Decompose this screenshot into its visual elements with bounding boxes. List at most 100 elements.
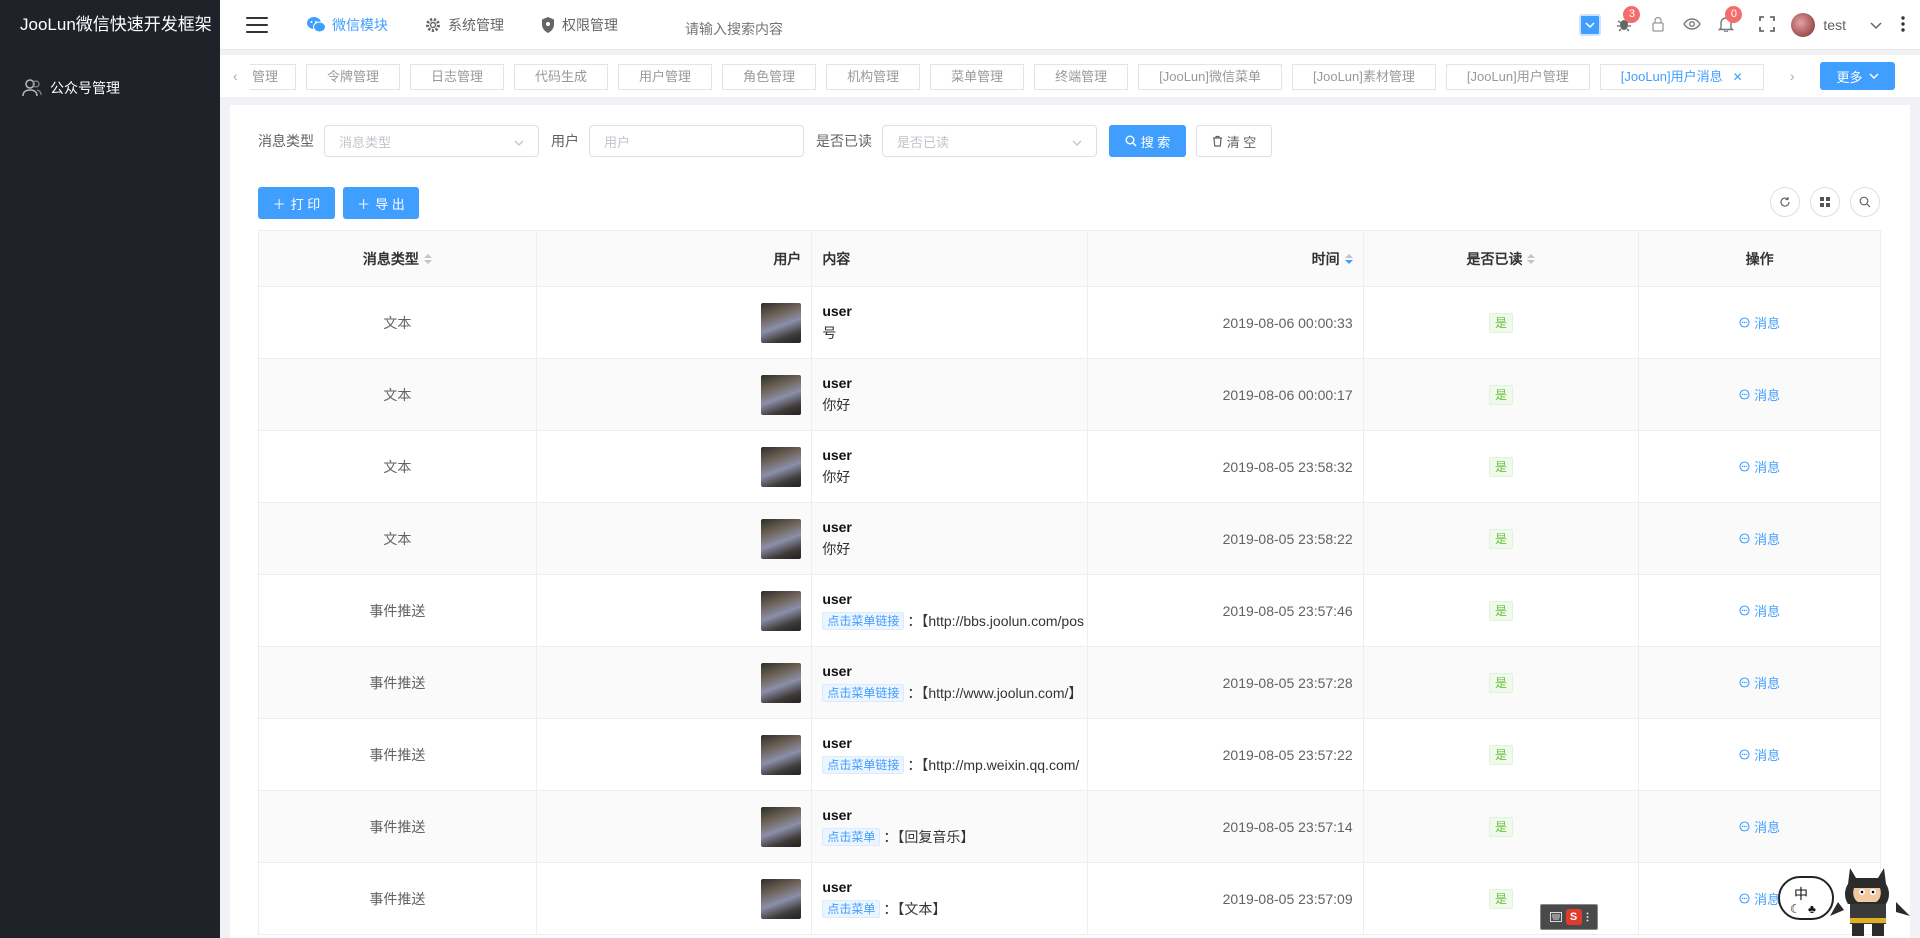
tab-terminals[interactable]: 终端管理 (1034, 64, 1129, 90)
message-link[interactable]: 消息 (1739, 889, 1780, 908)
close-icon[interactable]: ✕ (1733, 70, 1743, 84)
sort-icon[interactable] (1344, 253, 1353, 264)
column-header-time[interactable]: 时间 (1088, 231, 1364, 286)
tab-log[interactable]: 日志管理 (410, 64, 505, 90)
search-button[interactable]: 搜 索 (1109, 125, 1186, 157)
print-button[interactable]: ＋ 打 印 (258, 187, 335, 219)
user-avatar-thumb[interactable] (761, 806, 802, 847)
message-link[interactable]: 消息 (1739, 601, 1780, 620)
mascot-widget[interactable]: 中 ☾ ♣ (1778, 862, 1918, 938)
cell-actions: 消息 (1639, 575, 1880, 646)
status-badge: 是 (1488, 384, 1513, 405)
sogou-icon: S (1565, 909, 1582, 925)
more-tabs-button[interactable]: 更多 (1820, 62, 1895, 90)
tabs-prev-icon[interactable]: ‹ (233, 68, 238, 84)
cell-user (537, 431, 813, 502)
username[interactable]: test (1823, 17, 1846, 33)
message-link[interactable]: 消息 (1739, 385, 1780, 404)
avatar[interactable] (1791, 13, 1816, 37)
cell-type: 事件推送 (259, 791, 537, 862)
cell-time: 2019-08-05 23:57:46 (1088, 575, 1364, 646)
type-text: 事件推送 (369, 674, 426, 691)
view-button[interactable] (1675, 0, 1709, 50)
ime-toolbar[interactable]: S (1540, 904, 1598, 930)
tab-wx-menu[interactable]: [JooLun]微信菜单 (1138, 64, 1282, 90)
user-avatar-thumb[interactable] (761, 446, 802, 487)
cell-time: 2019-08-05 23:57:28 (1088, 647, 1364, 718)
tab-wx-users[interactable]: [JooLun]用户管理 (1445, 64, 1590, 90)
tabs-next-icon[interactable]: › (1790, 68, 1795, 84)
user-avatar-thumb[interactable] (761, 374, 802, 415)
tab-orgs[interactable]: 机构管理 (826, 64, 921, 90)
tab-management[interactable]: 管理 (250, 64, 296, 90)
message-link[interactable]: 消息 (1739, 313, 1780, 332)
lock-button[interactable] (1641, 0, 1675, 50)
tab-roles[interactable]: 角色管理 (722, 64, 817, 90)
chevron-down-icon (1868, 73, 1879, 79)
tab-users[interactable]: 用户管理 (618, 64, 713, 90)
dropdown-toggle[interactable] (1573, 0, 1607, 50)
cell-content: user 点击菜单链接 ：【http://mp.weixin.qq.com/ (812, 719, 1088, 790)
user-avatar-thumb[interactable] (761, 662, 802, 703)
user-avatar-thumb[interactable] (761, 878, 802, 919)
event-tag: 点击菜单 (822, 899, 881, 918)
menu-toggle-icon[interactable] (246, 17, 268, 33)
chevron-down-icon (1579, 14, 1602, 36)
user-avatar-thumb[interactable] (761, 590, 802, 631)
message-link[interactable]: 消息 (1739, 673, 1780, 692)
bug-badge: 3 (1623, 6, 1641, 23)
user-avatar-thumb[interactable] (761, 518, 802, 559)
cell-type: 事件推送 (259, 719, 537, 790)
tab-menus[interactable]: 菜单管理 (930, 64, 1025, 90)
content-text: 你好 (822, 467, 852, 487)
more-options-button[interactable] (1886, 0, 1920, 50)
nav-wechat-module[interactable]: 微信模块 (306, 15, 388, 35)
message-link[interactable]: 消息 (1739, 457, 1780, 476)
user-avatar-thumb[interactable] (761, 302, 802, 343)
cell-user (537, 503, 813, 574)
cell-user (537, 863, 813, 934)
cell-actions: 消息 (1639, 503, 1880, 574)
export-button[interactable]: ＋ 导 出 (343, 187, 419, 219)
columns-button[interactable] (1810, 187, 1840, 217)
fullscreen-button[interactable] (1743, 0, 1791, 50)
message-link[interactable]: 消息 (1739, 529, 1780, 548)
refresh-button[interactable] (1770, 187, 1800, 217)
status-badge: 是 (1488, 744, 1513, 765)
nav-permission-management[interactable]: 权限管理 (540, 15, 618, 35)
time-text: 2019-08-05 23:58:32 (1222, 458, 1353, 475)
message-link[interactable]: 消息 (1739, 817, 1780, 836)
sidebar-item-official-accounts[interactable]: 公众号管理 (0, 63, 220, 113)
type-text: 事件推送 (369, 746, 426, 763)
select-placeholder: 是否已读 (897, 134, 950, 150)
batman-mascot-icon (1830, 868, 1910, 936)
bug-button[interactable]: 3 (1607, 0, 1641, 50)
user-menu-toggle[interactable] (1866, 0, 1886, 50)
column-header-type[interactable]: 消息类型 (259, 231, 537, 286)
column-header-read[interactable]: 是否已读 (1364, 231, 1640, 286)
msg-type-select[interactable]: 消息类型 (324, 125, 539, 157)
sort-icon[interactable] (423, 253, 432, 264)
type-text: 事件推送 (369, 890, 426, 907)
tab-wx-user-messages[interactable]: [JooLun]用户消息 ✕ (1599, 64, 1764, 90)
nav-system-management[interactable]: 系统管理 (424, 15, 504, 35)
clear-button[interactable]: 清 空 (1196, 125, 1272, 157)
sort-icon[interactable] (1527, 253, 1536, 264)
tab-token[interactable]: 令牌管理 (306, 64, 401, 90)
global-search-input[interactable] (685, 18, 845, 40)
read-select[interactable]: 是否已读 (882, 125, 1097, 157)
message-link[interactable]: 消息 (1739, 745, 1780, 764)
cell-content: user 点击菜单链接 ：【http://bbs.joolun.com/pos (812, 575, 1088, 646)
message-text: ：【回复音乐】 (883, 828, 975, 845)
tab-wx-material[interactable]: [JooLun]素材管理 (1292, 64, 1436, 90)
toggle-search-button[interactable] (1850, 187, 1880, 217)
user-input[interactable]: 用户 (589, 125, 804, 157)
time-text: 2019-08-05 23:57:14 (1222, 818, 1353, 835)
content-text: 点击菜单链接 ：【http://mp.weixin.qq.com/ (822, 755, 1079, 775)
user-avatar-thumb[interactable] (761, 734, 802, 775)
select-placeholder: 消息类型 (339, 134, 392, 150)
cell-content: user 号 (812, 287, 1088, 358)
link-label: 消息 (1754, 892, 1781, 907)
notification-button[interactable]: 0 (1709, 0, 1743, 50)
tab-codegen[interactable]: 代码生成 (514, 64, 609, 90)
